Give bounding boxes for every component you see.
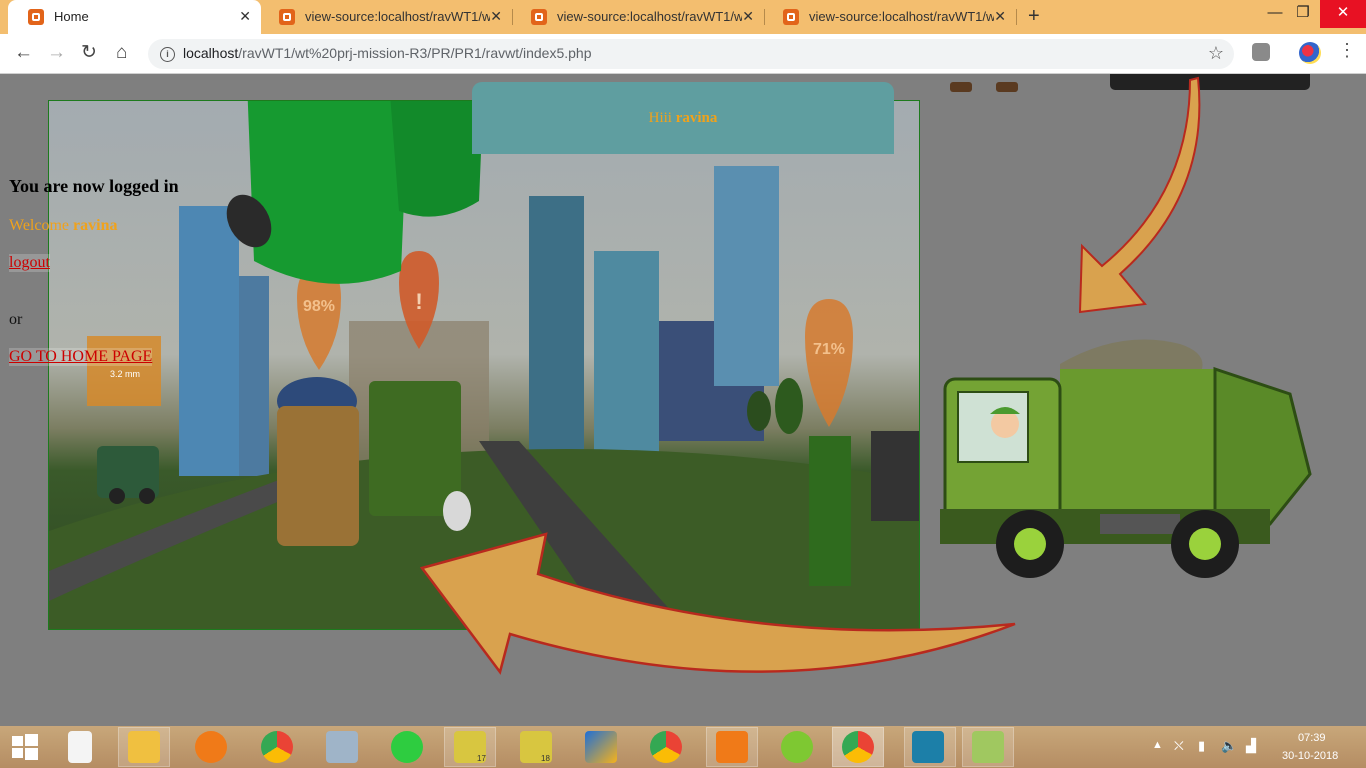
xampp-icon[interactable] [716,731,748,763]
windows-start-icon[interactable] [12,734,38,760]
tab-separator [1016,9,1017,25]
tray-chevron-icon[interactable]: ▲ [1152,739,1163,751]
profile-avatar[interactable] [1299,42,1321,64]
welcome-word: Welcome [9,217,70,234]
tab-view-source-3[interactable]: view-source:localhost/ravWT1/wt ✕ [763,0,1016,34]
tab-label: Home [54,9,89,24]
greeting-word: Hiii [648,110,672,126]
network-monitor-icon[interactable] [326,731,358,763]
uc-browser-icon[interactable] [195,731,227,763]
chrome-icon[interactable] [261,731,293,763]
photos-app-icon[interactable] [912,731,944,763]
forward-arrow-icon[interactable]: → [47,43,66,63]
info-icon[interactable]: i [160,47,175,62]
top-device-shape [1110,74,1310,90]
url-host: localhost [183,45,239,61]
x-app-icon[interactable] [585,731,617,763]
new-tab-button[interactable]: + [1028,5,1040,28]
tray-volume-icon[interactable]: 🔈 [1221,738,1237,754]
file-explorer-icon[interactable] [128,731,160,763]
tab-view-source-1[interactable]: view-source:localhost/ravWT1/wt ✕ [259,0,512,34]
back-arrow-icon[interactable]: ← [14,43,33,63]
clock-time[interactable]: 07:39 [1298,732,1326,744]
logout-link[interactable]: logout [9,254,50,272]
greeting-text: Hiii ravina [472,110,894,127]
greeting-header: Hiii ravina [472,82,894,154]
close-window-button[interactable]: ✕ [1320,0,1366,28]
url-path: /ravWT1/wt%20prj-mission-R3/PR/PR1/ravwt… [238,45,592,61]
home-icon[interactable]: ⌂ [116,43,127,63]
bookmark-star-icon[interactable]: ☆ [1208,43,1224,64]
tray-network-icon[interactable]: ⛌ [1174,738,1184,754]
welcome-username: ravina [73,217,118,234]
reload-icon[interactable]: ↻ [81,43,97,63]
curved-arrow-left-icon [419,532,1016,675]
truck-body [1060,369,1220,509]
url-text[interactable]: localhost/ravWT1/wt%20prj-mission-R3/PR/… [183,45,592,61]
truck-grille [1100,514,1180,534]
xampp-favicon-icon [531,9,547,25]
tab-label: view-source:localhost/ravWT1/wt [557,9,742,24]
shoe-right [996,82,1018,92]
tab-label: view-source:localhost/ravWT1/wt [809,9,994,24]
chrome-icon[interactable] [650,731,682,763]
or-separator-text: or [9,311,23,328]
kebab-menu-icon[interactable]: ⋮ [1338,40,1356,61]
welcome-message: Welcome ravina [9,217,117,235]
tray-signal-icon[interactable]: ▟ [1246,738,1256,754]
greeting-username: ravina [675,110,718,126]
tab-close-icon[interactable]: ✕ [994,8,1006,25]
tab-close-icon[interactable]: ✕ [490,8,502,25]
logged-in-heading: You are now logged in [9,176,179,196]
tab-home[interactable]: Home ✕ [8,0,261,34]
extension-icon[interactable] [1252,43,1270,61]
driver-head [991,410,1019,438]
page-viewport: 3.2 mm 98% ! 71% Hiii ravina You are now… [0,74,1366,726]
chrome-active-icon[interactable] [842,731,874,763]
tab-strip: Home ✕ view-source:localhost/ravWT1/wt ✕… [0,0,1366,34]
tab-close-icon[interactable]: ✕ [742,8,754,25]
xampp-favicon-icon [783,9,799,25]
overlay-graphics [419,74,1312,675]
version-badge-17: 17 [477,754,486,763]
clock-date[interactable]: 30-10-2018 [1282,750,1338,762]
windows-taskbar: 17 18 ▲ ⛌ ▮ 🔈 ▟ 07:39 30-10-2018 [0,726,1366,768]
truck-rear [1213,366,1312,526]
xampp-favicon-icon [28,9,44,25]
sync-app-icon[interactable] [391,731,423,763]
tray-battery-icon[interactable]: ▮ [1198,738,1205,754]
shoe-left [950,82,972,92]
truck-load [1060,339,1203,374]
garbage-truck-illustration [940,339,1312,578]
blank-document-icon[interactable] [68,731,92,763]
tab-label: view-source:localhost/ravWT1/wt [305,9,490,24]
home-page-link[interactable]: GO TO HOME PAGE [9,348,153,366]
tab-close-icon[interactable]: ✕ [239,8,251,25]
paint-app-icon[interactable] [972,731,1004,763]
xampp-favicon-icon [279,9,295,25]
tab-view-source-2[interactable]: view-source:localhost/ravWT1/wt ✕ [511,0,764,34]
address-bar[interactable]: i localhost/ravWT1/wt%20prj-mission-R3/P… [148,39,1234,69]
curved-arrow-down-icon [1078,76,1201,314]
browser-toolbar: ← → ↻ ⌂ i localhost/ravWT1/wt%20prj-miss… [0,34,1366,74]
android-app-icon[interactable] [781,731,813,763]
version-badge-18: 18 [541,754,550,763]
